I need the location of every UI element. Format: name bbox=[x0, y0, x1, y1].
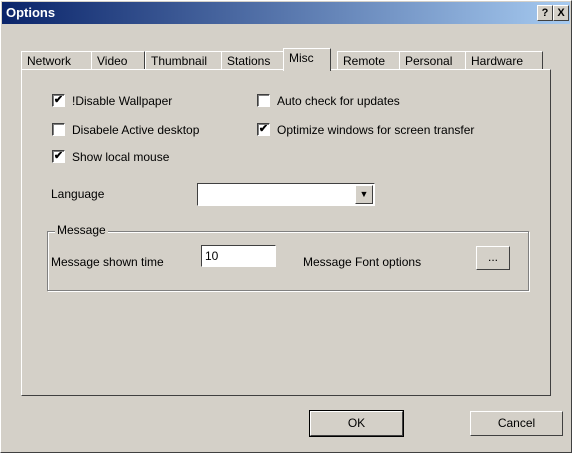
tab-personal[interactable]: Personal bbox=[399, 51, 468, 70]
message-font-label: Message Font options bbox=[303, 255, 422, 269]
message-time-label: Message shown time bbox=[51, 255, 164, 269]
message-group-title: Message bbox=[55, 223, 108, 237]
tab-hardware[interactable]: Hardware bbox=[465, 51, 543, 70]
check-icon[interactable]: ✔ bbox=[52, 150, 65, 163]
message-font-button[interactable]: ... bbox=[476, 246, 510, 270]
tab-misc[interactable]: Misc bbox=[283, 48, 331, 71]
title-bar[interactable]: Options ? X bbox=[2, 2, 570, 24]
chevron-down-icon[interactable]: ▼ bbox=[355, 185, 373, 204]
close-button[interactable]: X bbox=[553, 5, 569, 21]
language-label: Language bbox=[51, 187, 105, 201]
tab-network[interactable]: Network bbox=[21, 51, 93, 70]
language-select[interactable]: ▼ bbox=[197, 183, 375, 206]
options-window: Options ? X Network Video Thumbnail Stat… bbox=[0, 0, 572, 453]
check-icon[interactable]: ✔ bbox=[52, 94, 65, 107]
window-title: Options bbox=[6, 5, 56, 20]
show-local-mouse-label: Show local mouse bbox=[72, 150, 170, 164]
tab-thumbnail[interactable]: Thumbnail bbox=[145, 51, 223, 70]
disable-wallpaper-label: !Disable Wallpaper bbox=[72, 94, 173, 108]
help-button[interactable]: ? bbox=[537, 5, 553, 21]
ok-button[interactable]: OK bbox=[309, 410, 404, 437]
tab-stations[interactable]: Stations bbox=[221, 51, 285, 70]
tab-remote[interactable]: Remote bbox=[337, 51, 403, 70]
check-icon[interactable] bbox=[52, 123, 65, 136]
check-icon[interactable]: ✔ bbox=[257, 123, 270, 136]
optimize-windows-label: Optimize windows for screen transfer bbox=[277, 123, 475, 137]
auto-check-updates-label: Auto check for updates bbox=[277, 94, 400, 108]
check-icon[interactable] bbox=[257, 94, 270, 107]
tab-video[interactable]: Video bbox=[91, 51, 145, 70]
cancel-button[interactable]: Cancel bbox=[470, 411, 563, 436]
message-time-input[interactable]: 10 bbox=[201, 245, 276, 267]
disable-active-desktop-label: Disabele Active desktop bbox=[72, 123, 200, 137]
